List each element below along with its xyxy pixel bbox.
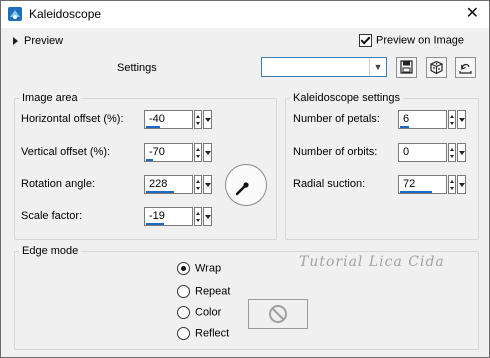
spin-arrows-icon[interactable] (194, 207, 202, 226)
radio-icon[interactable] (177, 327, 190, 340)
edge-mode-wrap-label: Wrap (195, 262, 222, 275)
vertical-offset-label: Vertical offset (%): (21, 146, 111, 158)
angle-needle-icon (235, 182, 249, 196)
preview-on-image-label: Preview on Image (376, 34, 465, 47)
horizontal-offset-label: Horizontal offset (%): (21, 113, 124, 125)
horizontal-offset-level-bar (146, 126, 160, 128)
horizontal-offset-spinner[interactable]: -40 (144, 110, 212, 129)
save-preset-button[interactable] (396, 57, 417, 78)
rotation-angle-spinner[interactable]: 228 (144, 175, 212, 194)
window-title: Kaleidoscope (29, 7, 102, 21)
dropdown-arrow-icon[interactable] (203, 143, 212, 162)
spin-arrows-icon[interactable] (448, 143, 456, 162)
edge-mode-legend: Edge mode (22, 245, 79, 257)
close-icon[interactable]: ✕ (466, 4, 479, 24)
dropdown-arrow-icon[interactable] (203, 207, 212, 226)
radial-suction-label: Radial suction: (293, 178, 366, 190)
edge-mode-color-radio[interactable]: Color (177, 306, 221, 319)
spin-arrows-icon[interactable] (194, 143, 202, 162)
spin-arrows-icon[interactable] (194, 175, 202, 194)
number-of-orbits-spinner[interactable]: 0 (398, 143, 466, 162)
edge-mode-repeat-label: Repeat (195, 285, 231, 298)
kaleidoscope-dialog: Kaleidoscope ✕ Preview Preview on Image … (0, 0, 490, 358)
scale-factor-spinner[interactable]: -19 (144, 207, 212, 226)
radio-icon[interactable] (177, 285, 190, 298)
dice-icon (430, 60, 443, 75)
rotation-dial[interactable] (225, 164, 267, 206)
settings-preset-select[interactable]: ▼ (261, 57, 387, 77)
vertical-offset-spinner[interactable]: -70 (144, 143, 212, 162)
number-of-orbits-label: Number of orbits: (293, 146, 378, 158)
expand-triangle-icon (13, 37, 18, 46)
radial-suction-level-bar (400, 191, 432, 193)
spin-arrows-icon[interactable] (448, 110, 456, 129)
edge-color-swatch[interactable] (248, 299, 308, 329)
rotation-angle-label: Rotation angle: (21, 178, 95, 190)
radial-suction-spinner[interactable]: 72 (398, 175, 466, 194)
image-area-legend: Image area (22, 92, 78, 104)
preview-toggle[interactable]: Preview (13, 35, 63, 47)
dropdown-arrow-icon[interactable] (457, 110, 466, 129)
dropdown-arrow-icon[interactable] (203, 110, 212, 129)
reset-icon (459, 63, 472, 74)
scale-factor-level-bar (146, 223, 164, 225)
dropdown-arrow-icon[interactable] (457, 143, 466, 162)
reset-button[interactable] (455, 57, 476, 78)
number-of-orbits-input[interactable]: 0 (398, 143, 447, 162)
edge-mode-reflect-label: Reflect (195, 327, 230, 340)
checkbox-checked-icon[interactable] (359, 34, 372, 47)
edge-mode-repeat-radio[interactable]: Repeat (177, 285, 230, 298)
edge-mode-color-label: Color (195, 306, 222, 319)
radio-icon[interactable] (177, 262, 190, 275)
number-of-petals-spinner[interactable]: 6 (398, 110, 466, 129)
save-icon (400, 60, 413, 74)
radio-icon[interactable] (177, 306, 190, 319)
preview-on-image-checkbox[interactable]: Preview on Image (359, 34, 464, 47)
spin-arrows-icon[interactable] (448, 175, 456, 194)
preview-toggle-label: Preview (24, 35, 64, 47)
rotation-angle-level-bar (146, 191, 174, 193)
vertical-offset-level-bar (146, 159, 153, 161)
randomize-button[interactable] (426, 57, 447, 78)
dropdown-arrow-icon[interactable] (457, 175, 466, 194)
title-bar: Kaleidoscope ✕ (1, 1, 489, 28)
scale-factor-label: Scale factor: (21, 210, 83, 222)
disabled-icon (269, 305, 287, 323)
app-icon (8, 7, 22, 21)
dropdown-arrow-icon[interactable] (203, 175, 212, 194)
edge-mode-reflect-radio[interactable]: Reflect (177, 327, 229, 340)
settings-label: Settings (117, 62, 157, 74)
edge-mode-wrap-radio[interactable]: Wrap (177, 262, 221, 275)
chevron-down-icon[interactable]: ▼ (369, 58, 386, 76)
watermark-text: Tutorial Lica Cida (299, 254, 445, 270)
spin-arrows-icon[interactable] (194, 110, 202, 129)
number-of-petals-level-bar (400, 126, 409, 128)
number-of-petals-label: Number of petals: (293, 113, 380, 125)
kaleidoscope-settings-legend: Kaleidoscope settings (293, 92, 401, 104)
